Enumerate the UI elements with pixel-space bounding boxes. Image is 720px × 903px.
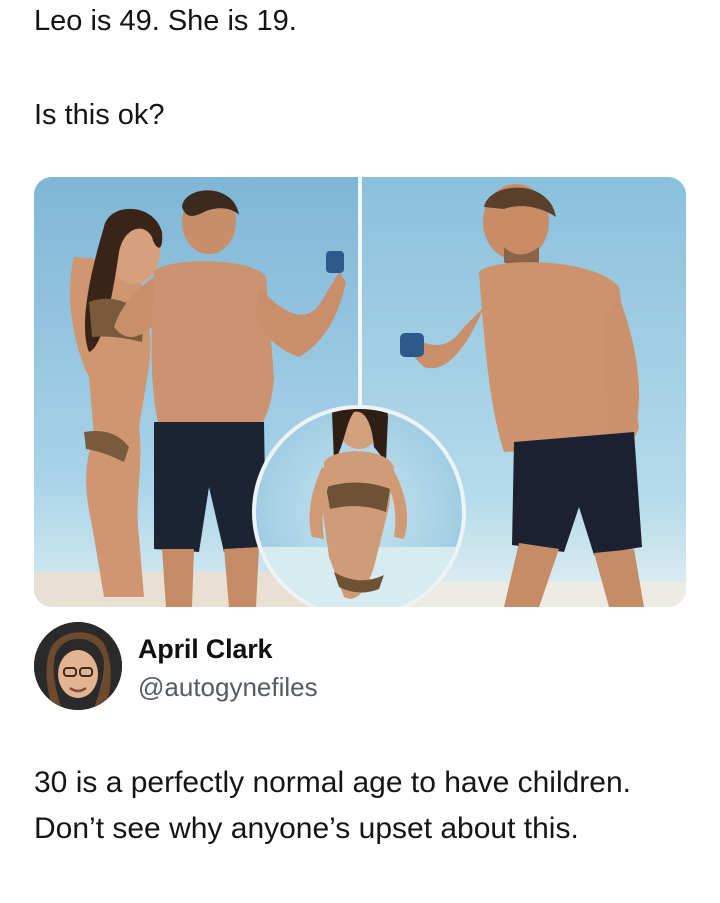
author-block[interactable]: April Clark @autogynefiles <box>34 622 686 712</box>
author-name[interactable]: April Clark <box>138 634 273 665</box>
post-photo[interactable] <box>34 177 686 607</box>
author-handle[interactable]: @autogynefiles <box>138 672 318 703</box>
avatar-image <box>34 622 122 710</box>
post-line-ages: Leo is 49. She is 19. <box>34 5 297 37</box>
reply-text: 30 is a perfectly normal age to have chi… <box>34 766 631 845</box>
beach-photo-collage <box>34 177 686 607</box>
post-line-question: Is this ok? <box>34 99 165 131</box>
avatar[interactable] <box>34 622 122 710</box>
